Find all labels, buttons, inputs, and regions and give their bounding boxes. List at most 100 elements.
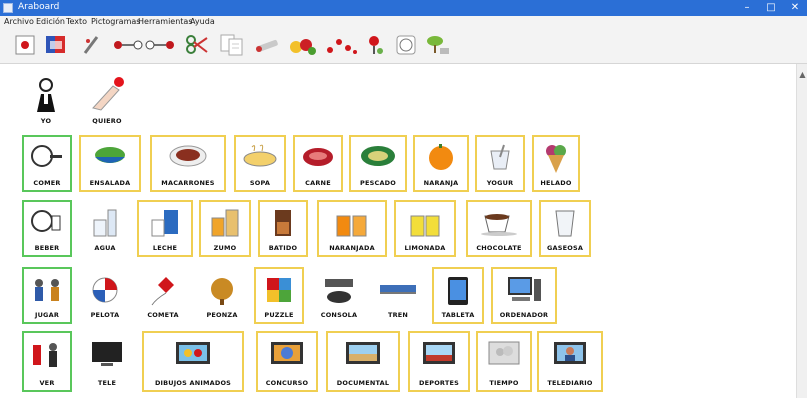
menu-archivo[interactable]: Archivo [4,17,34,26]
tree-icon[interactable] [422,33,452,57]
yogurt-icon [490,144,510,170]
pictogram-card-batido[interactable]: BATIDO [258,200,308,257]
vertical-scrollbar[interactable]: ▲ [796,64,807,398]
console-icon [325,279,353,303]
pictogram-card-beber[interactable]: BEBER [22,200,72,257]
eat-icon [31,145,62,167]
card-label: TREN [387,311,409,319]
sports-icon [423,342,455,364]
card-label: CARNE [305,179,331,187]
card-label: YOGUR [486,179,514,187]
pictogram-card-consola[interactable]: CONSOLA [311,267,367,324]
pictogram-card-comer[interactable]: COMER [22,135,72,192]
pictogram-card-pescado[interactable]: PESCADO [349,135,407,192]
card-label: COMER [33,179,61,187]
dots-icon[interactable] [324,33,358,57]
card-label: PEONZA [206,311,238,319]
pin-icon[interactable] [362,33,386,57]
pictogram-card-tele[interactable]: TELE [79,331,135,392]
pictogram-card-cometa[interactable]: COMETA [137,267,189,324]
card-label: LECHE [152,244,178,252]
pictogram-card-yo[interactable]: YO [17,68,75,130]
scroll-up-icon[interactable]: ▲ [797,70,807,79]
pictogram-card-zumo[interactable]: ZUMO [199,200,251,257]
card-label: PELOTA [90,311,120,319]
pictogram-card-tren[interactable]: TREN [373,267,423,324]
pictogram-card-macarrones[interactable]: MACARRONES [150,135,226,192]
pictogram-card-tiempo[interactable]: TIEMPO [476,331,532,392]
card-label: NARANJA [423,179,459,187]
scissors-icon[interactable] [184,33,210,57]
soup-icon [243,144,277,167]
tools-icon[interactable] [252,33,282,57]
menu-edicion[interactable]: Edición [36,17,65,26]
fruits-icon[interactable] [288,33,318,57]
pictogram-card-limonada[interactable]: LIMONADA [394,200,456,257]
pictogram-card-puzzle[interactable]: PUZZLE [254,267,304,324]
pictogram-card-gaseosa[interactable]: GASEOSA [539,200,591,257]
pictogram-card-yogur[interactable]: YOGUR [475,135,525,192]
train-icon [380,285,416,294]
pictogram-card-naranjada[interactable]: NARANJADA [317,200,387,257]
pictogram-card-peonza[interactable]: PEONZA [196,267,248,324]
play-icon [35,279,59,301]
copy-icon[interactable] [218,33,246,57]
card-label: AGUA [94,244,116,252]
tv-icon [92,342,122,366]
pictogram-card-leche[interactable]: LECHE [137,200,193,257]
ice-cream-icon [546,145,566,173]
book-icon[interactable] [44,33,70,57]
pictogram-card-ensalada[interactable]: ENSALADA [79,135,141,192]
minimize-button[interactable]: – [735,0,759,16]
pictogram-card-tableta[interactable]: TABLETA [432,267,484,324]
pasta-icon [169,145,207,167]
menu-ayuda[interactable]: Ayuda [190,17,215,26]
card-label: JUGAR [34,311,60,319]
card-label: YO [40,117,52,125]
card-label: LIMONADA [404,244,446,252]
clock-icon[interactable] [394,33,418,57]
kite-icon [151,277,174,306]
card-label: BATIDO [268,244,298,252]
pictogram-card-ordenador[interactable]: ORDENADOR [491,267,557,324]
close-button[interactable]: ✕ [783,0,807,16]
ball-icon [92,277,118,303]
toolbar [0,28,807,64]
pen-icon[interactable] [80,33,102,57]
card-label: GASEOSA [546,244,584,252]
link-chain-icon[interactable] [112,33,180,57]
pictogram-card-ver[interactable]: VER [22,331,72,392]
pictogram-card-telediario[interactable]: TELEDIARIO [537,331,603,392]
pictogram-card-deportes[interactable]: DEPORTES [408,331,470,392]
card-label: QUIERO [92,117,122,125]
app-icon [3,3,13,13]
card-label: PUZZLE [264,311,294,319]
pictogram-card-jugar[interactable]: JUGAR [22,267,72,324]
hand-icon [92,77,124,111]
milkshake-icon [275,210,291,236]
pictogram-card-sopa[interactable]: SOPA [234,135,286,192]
pictogram-card-concurso[interactable]: CONCURSO [256,331,318,392]
menu-herramientas[interactable]: Herramientas [138,17,193,26]
menu-pictogramas[interactable]: Pictogramas [91,17,140,26]
pictogram-card-documental[interactable]: DOCUMENTAL [326,331,400,392]
card-label: DEPORTES [419,379,459,387]
orangeade-icon [336,215,367,237]
pictogram-card-naranja[interactable]: NARANJA [413,135,469,192]
pictogram-card-carne[interactable]: CARNE [293,135,343,192]
news-icon [554,342,586,364]
maximize-button[interactable]: □ [759,0,783,16]
quiz-show-icon [271,342,303,364]
chocolate-cup-icon [481,214,517,236]
pictogram-card-dibujos-animados[interactable]: DIBUJOS ANIMADOS [142,331,244,392]
card-label: ENSALADA [89,179,131,187]
record-icon[interactable] [14,33,36,57]
pictogram-card-pelota[interactable]: PELOTA [79,267,131,324]
menu-texto[interactable]: Texto [66,17,87,26]
pictogram-card-helado[interactable]: HELADO [532,135,580,192]
pictogram-card-agua[interactable]: AGUA [79,200,131,257]
pictogram-card-quiero[interactable]: QUIERO [82,68,132,130]
card-label: TELE [97,379,117,387]
card-label: DIBUJOS ANIMADOS [154,379,232,387]
pictogram-card-chocolate[interactable]: CHOCOLATE [466,200,532,257]
